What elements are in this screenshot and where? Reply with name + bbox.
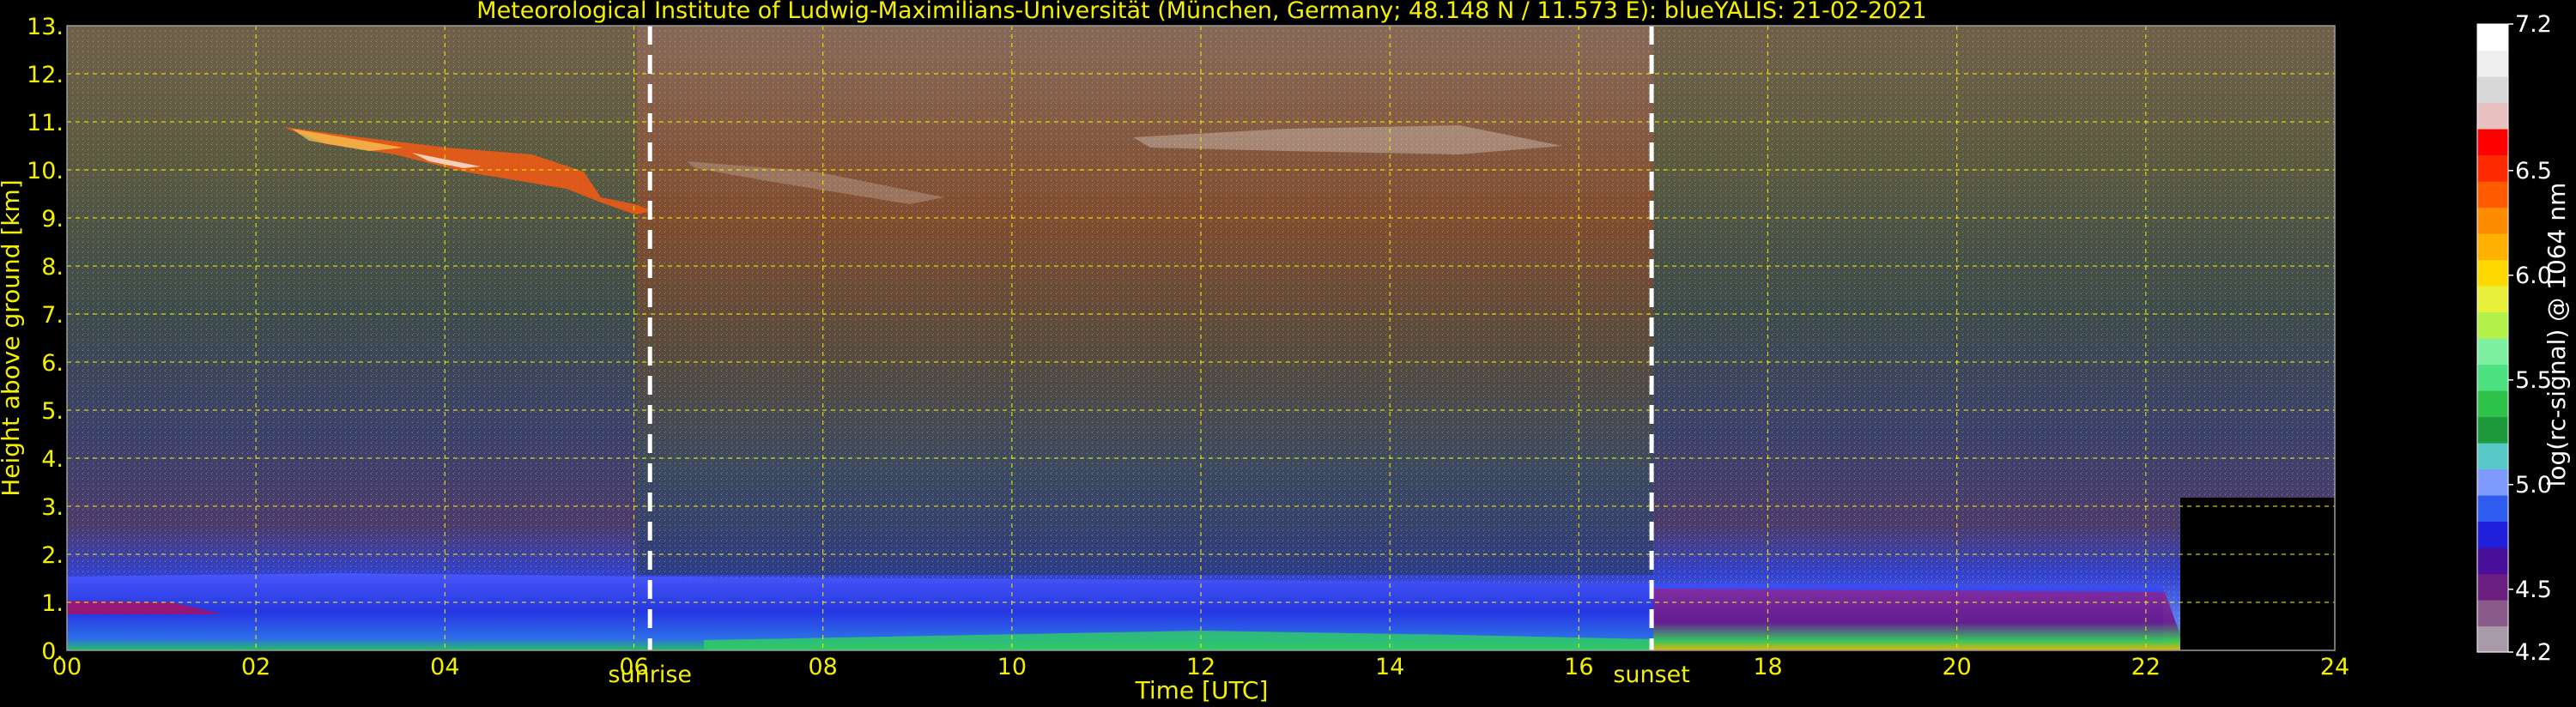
- x-tick-label: 10: [997, 654, 1027, 680]
- y-tick-label: 5.: [41, 398, 64, 425]
- x-tick-label: 18: [1753, 654, 1782, 680]
- colorbar-segment: [2477, 233, 2508, 261]
- y-tick-label: 9.: [41, 206, 64, 233]
- sun-marker-label: sunset: [1613, 662, 1690, 688]
- y-tick-label: 10.: [27, 158, 64, 184]
- colorbar-segment: [2477, 416, 2508, 444]
- colorbar-segment: [2477, 443, 2508, 470]
- colorbar-segment: [2477, 495, 2508, 523]
- x-tick-label: 08: [808, 654, 837, 680]
- colorbar-segment: [2477, 573, 2508, 601]
- y-tick-label: 1.: [41, 590, 64, 617]
- y-tick-label: 7.: [41, 302, 64, 329]
- colorbar-segment: [2477, 286, 2508, 313]
- colorbar-segment: [2477, 50, 2508, 77]
- colorbar-tick-label: 7.2: [2515, 11, 2552, 38]
- colorbar-segment: [2477, 24, 2508, 51]
- colorbar-segment: [2477, 102, 2508, 130]
- colorbar-segment: [2477, 154, 2508, 182]
- x-tick-label: 06: [619, 654, 648, 680]
- y-tick-label: 2.: [41, 542, 64, 569]
- colorbar-segment: [2477, 207, 2508, 234]
- colorbar-segment: [2477, 76, 2508, 104]
- colorbar-tick-label: 4.2: [2515, 639, 2552, 666]
- colorbar-segment: [2477, 338, 2508, 366]
- x-tick-label: 04: [430, 654, 459, 680]
- x-tick-label: 16: [1564, 654, 1593, 680]
- colorbar-segment: [2477, 600, 2508, 627]
- colorbar-label: log(rc-signal) @ 1064 nm: [2543, 183, 2571, 487]
- x-tick-label: 14: [1375, 654, 1404, 680]
- colorbar-segment: [2477, 311, 2508, 339]
- colorbar-segment: [2477, 181, 2508, 208]
- y-tick-label: 3.: [41, 494, 64, 521]
- y-tick-label: 4.: [41, 446, 64, 473]
- colorbar-tick-label: 4.5: [2515, 577, 2552, 603]
- colorbar-segment: [2477, 521, 2508, 548]
- y-tick-label: 11.: [27, 110, 64, 136]
- x-axis-label: Time [UTC]: [1135, 676, 1269, 704]
- y-tick-labels: 0. 1. 2. 3. 4. 5. 6. 7. 8. 9. 10. 11. 12. 13.: [27, 14, 64, 665]
- x-tick-label: 24: [2320, 654, 2349, 680]
- colorbar-segment: [2477, 547, 2508, 575]
- y-tick-label: 0.: [41, 638, 64, 665]
- y-tick-label: 8.: [41, 254, 64, 281]
- colorbar-segment: [2477, 129, 2508, 156]
- x-tick-label: 02: [241, 654, 270, 680]
- chart-title: Meteorological Institute of Ludwig-Maxim…: [476, 0, 1926, 24]
- y-tick-label: 12.: [27, 62, 64, 88]
- y-tick-label: 6.: [41, 350, 64, 377]
- colorbar-segment: [2477, 390, 2508, 418]
- y-tick-label: 13.: [27, 14, 64, 40]
- colorbar-segment: [2477, 364, 2508, 391]
- x-tick-label: 22: [2131, 654, 2161, 680]
- colorbar: [2476, 23, 2509, 653]
- y-axis-label: Height above ground [km]: [0, 179, 25, 497]
- colorbar-segment: [2477, 468, 2508, 496]
- x-tick-label: 20: [1942, 654, 1971, 680]
- lidar-chart: sunrise sunset 00 02 04 06 08 10 12 14 16 18 20 22 24…: [0, 0, 2571, 704]
- colorbar-segment: [2477, 259, 2508, 287]
- colorbar-tick-label: 6.5: [2515, 158, 2552, 184]
- colorbar-segment: [2477, 625, 2508, 653]
